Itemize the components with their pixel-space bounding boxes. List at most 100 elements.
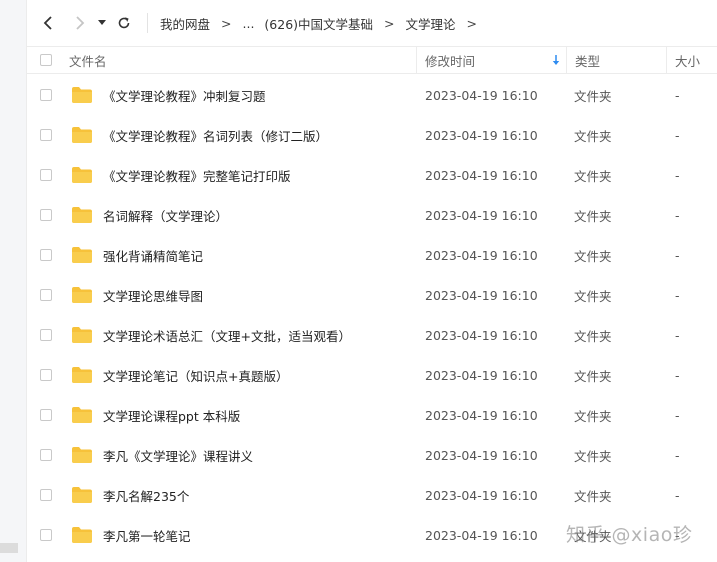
column-header-type[interactable]: 类型 [566,47,666,73]
file-type: 文件夹 [574,248,612,264]
row-checkbox[interactable] [40,529,52,541]
refresh-icon [118,17,130,29]
row-checkbox[interactable] [40,489,52,501]
column-header-size[interactable]: 大小 [666,47,717,73]
refresh-button[interactable] [111,10,137,36]
file-name[interactable]: 《文学理论教程》冲刺复习题 [103,86,266,105]
file-type: 文件夹 [574,488,612,504]
back-button[interactable] [35,10,61,36]
column-header-name[interactable]: 文件名 [65,47,416,73]
file-modified: 2023-04-19 16:10 [425,527,538,543]
sort-descending-icon [552,55,560,65]
file-type: 文件夹 [574,88,612,104]
file-name-cell[interactable]: 文学理论课程ppt 本科版 [65,395,416,435]
breadcrumb-item-current[interactable]: 文学理论 [404,14,458,33]
file-row[interactable]: 《文学理论教程》名词列表（修订二版） 2023-04-19 16:10 文件夹 - [27,115,717,155]
select-all-cell [27,54,65,66]
sidebar-scrollbar[interactable] [0,543,18,553]
file-browser-window: 我的网盘 > ... (626)中国文学基础 > 文学理论 > 文件名 修改时间… [0,0,717,562]
navigation-toolbar: 我的网盘 > ... (626)中国文学基础 > 文学理论 > [27,0,717,46]
folder-icon [72,527,92,543]
file-name[interactable]: 文学理论术语总汇（文理+文批，适当观看） [103,326,351,345]
file-type: 文件夹 [574,128,612,144]
row-check-cell [27,209,65,221]
file-size: - [675,367,680,383]
breadcrumb-item-ellipsis[interactable]: ... [241,16,257,31]
file-name-cell[interactable]: 李凡名解235个 [65,475,416,515]
file-row[interactable]: 文学理论课程ppt 本科版 2023-04-19 16:10 文件夹 - [27,395,717,435]
row-checkbox[interactable] [40,129,52,141]
row-check-cell [27,129,65,141]
file-name-cell[interactable]: 《文学理论教程》完整笔记打印版 [65,155,416,195]
file-name[interactable]: 文学理论思维导图 [103,286,203,305]
toolbar-separator [147,13,148,33]
file-row[interactable]: 《文学理论教程》冲刺复习题 2023-04-19 16:10 文件夹 - [27,75,717,115]
file-name-cell[interactable]: 文学理论思维导图 [65,275,416,315]
file-row[interactable]: 文学理论思维导图 2023-04-19 16:10 文件夹 - [27,275,717,315]
row-checkbox[interactable] [40,369,52,381]
history-dropdown-button[interactable] [93,10,111,36]
file-row[interactable]: 强化背诵精简笔记 2023-04-19 16:10 文件夹 - [27,235,717,275]
breadcrumb-item-parent[interactable]: (626)中国文学基础 [262,14,375,33]
file-name[interactable]: 名词解释（文学理论） [103,206,228,225]
row-check-cell [27,169,65,181]
file-row[interactable]: 《文学理论教程》完整笔记打印版 2023-04-19 16:10 文件夹 - [27,155,717,195]
file-name[interactable]: 李凡名解235个 [103,486,189,505]
breadcrumb-item-root[interactable]: 我的网盘 [158,14,212,33]
forward-button[interactable] [67,10,93,36]
row-check-cell [27,289,65,301]
file-name-cell[interactable]: 强化背诵精简笔记 [65,235,416,275]
file-name[interactable]: 文学理论笔记（知识点+真题版） [103,366,288,385]
file-name[interactable]: 文学理论课程ppt 本科版 [103,406,240,425]
file-size: - [675,207,680,223]
file-name-cell[interactable]: 《文学理论教程》冲刺复习题 [65,75,416,115]
file-row[interactable]: 李凡名解235个 2023-04-19 16:10 文件夹 - [27,475,717,515]
file-list: 《文学理论教程》冲刺复习题 2023-04-19 16:10 文件夹 - 《文学理论教程… [27,75,717,555]
row-check-cell [27,89,65,101]
file-row[interactable]: 文学理论笔记（知识点+真题版） 2023-04-19 16:10 文件夹 - [27,355,717,395]
column-header-modified[interactable]: 修改时间 [416,47,566,73]
caret-down-icon [98,20,106,25]
column-header-type-label: 类型 [575,53,601,69]
file-modified: 2023-04-19 16:10 [425,487,538,503]
row-checkbox[interactable] [40,409,52,421]
file-row[interactable]: 文学理论术语总汇（文理+文批，适当观看） 2023-04-19 16:10 文件夹 - [27,315,717,355]
file-name[interactable]: 李凡第一轮笔记 [103,526,191,545]
column-header-name-label: 文件名 [69,53,107,69]
folder-icon [72,207,92,223]
row-checkbox[interactable] [40,249,52,261]
file-name[interactable]: 《文学理论教程》名词列表（修订二版） [103,126,328,145]
file-name-cell[interactable]: 文学理论笔记（知识点+真题版） [65,355,416,395]
file-row[interactable]: 名词解释（文学理论） 2023-04-19 16:10 文件夹 - [27,195,717,235]
breadcrumb-separator: > [384,15,395,31]
file-modified: 2023-04-19 16:10 [425,87,538,103]
file-modified: 2023-04-19 16:10 [425,367,538,383]
file-name-cell[interactable]: 文学理论术语总汇（文理+文批，适当观看） [65,315,416,355]
file-name[interactable]: 李凡《文学理论》课程讲义 [103,446,253,465]
row-checkbox[interactable] [40,449,52,461]
column-header-modified-label: 修改时间 [425,53,476,69]
file-row[interactable]: 李凡《文学理论》课程讲义 2023-04-19 16:10 文件夹 - [27,435,717,475]
file-name-cell[interactable]: 《文学理论教程》名词列表（修订二版） [65,115,416,155]
row-check-cell [27,489,65,501]
file-modified: 2023-04-19 16:10 [425,327,538,343]
file-name-cell[interactable]: 李凡《文学理论》课程讲义 [65,435,416,475]
file-size: - [675,327,680,343]
row-checkbox[interactable] [40,329,52,341]
file-name[interactable]: 强化背诵精简笔记 [103,246,203,265]
watermark: 知乎 @xiao珍 [566,524,693,546]
file-type: 文件夹 [574,328,612,344]
file-size: - [675,287,680,303]
row-check-cell [27,529,65,541]
file-name[interactable]: 《文学理论教程》完整笔记打印版 [103,166,291,185]
row-checkbox[interactable] [40,289,52,301]
file-name-cell[interactable]: 名词解释（文学理论） [65,195,416,235]
file-name-cell[interactable]: 李凡第一轮笔记 [65,515,416,555]
row-checkbox[interactable] [40,169,52,181]
select-all-checkbox[interactable] [40,54,52,66]
row-checkbox[interactable] [40,89,52,101]
row-check-cell [27,329,65,341]
folder-icon [72,487,92,503]
row-checkbox[interactable] [40,209,52,221]
file-modified: 2023-04-19 16:10 [425,287,538,303]
